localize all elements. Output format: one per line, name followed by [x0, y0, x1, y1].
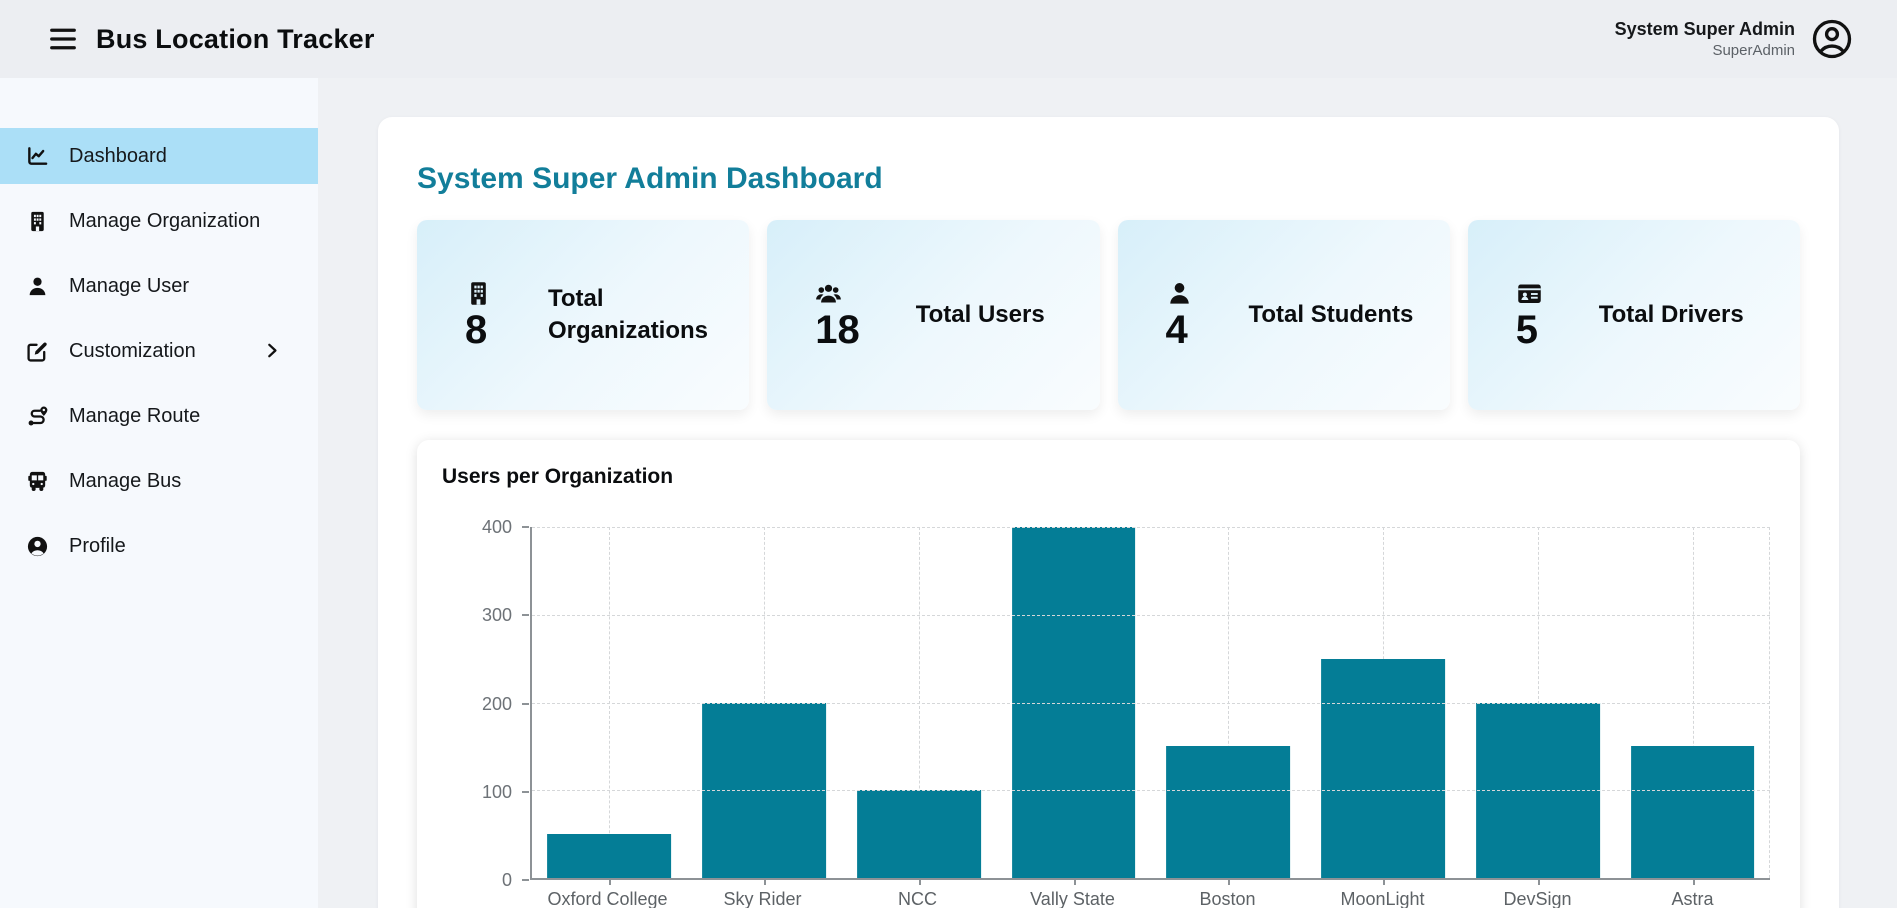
route-icon [26, 405, 49, 428]
x-axis-tick-mark [764, 878, 766, 885]
building-icon [26, 210, 49, 233]
stat-card-total-users: 18 Total Users [767, 220, 1099, 410]
x-axis-tick-mark [609, 878, 611, 885]
x-axis-tick-mark [1074, 878, 1076, 885]
x-axis-tick-label: Vally State [995, 889, 1150, 908]
x-axis-tick-label: Astra [1615, 889, 1770, 908]
x-axis-tick-label: Sky Rider [685, 889, 840, 908]
building-icon [465, 280, 492, 307]
chart-plot-area [530, 527, 1770, 880]
chart-line-icon [26, 145, 49, 168]
stat-label: Total Users [916, 299, 1045, 331]
y-axis-tick-mark [522, 791, 529, 793]
stat-label: Total Students [1249, 299, 1414, 331]
stat-label: Total Organizations [548, 283, 733, 348]
chart-title: Users per Organization [442, 465, 1770, 489]
hamburger-menu-icon[interactable] [46, 22, 80, 56]
x-axis-tick-mark [1538, 878, 1540, 885]
sidebar-item-manage-route[interactable]: Manage Route [0, 388, 318, 444]
stat-label: Total Drivers [1599, 299, 1744, 331]
y-axis-tick-mark [522, 614, 529, 616]
stat-value: 4 [1166, 309, 1188, 351]
chart-bar [1631, 746, 1755, 878]
sidebar-item-manage-organization[interactable]: Manage Organization [0, 193, 318, 249]
chart-gridline [532, 790, 1770, 791]
sidebar-item-dashboard[interactable]: Dashboard [0, 128, 318, 184]
user-name: System Super Admin [1615, 18, 1795, 41]
sidebar-item-profile[interactable]: Profile [0, 518, 318, 574]
y-axis-tick-label: 200 [452, 694, 512, 714]
stats-row: 8 Total Organizations 18 Total Users [417, 220, 1800, 410]
main-content: System Super Admin Dashboard 8 Total Org… [318, 78, 1897, 908]
sidebar-item-customization[interactable]: Customization [0, 323, 318, 379]
chart-gridline [532, 615, 1770, 616]
y-axis-tick-label: 400 [452, 517, 512, 537]
user-icon [1166, 280, 1193, 307]
app-header: Bus Location Tracker System Super Admin … [0, 0, 1897, 78]
page-title: System Super Admin Dashboard [417, 162, 1800, 196]
x-axis-tick-label: Boston [1150, 889, 1305, 908]
stat-card-total-organizations: 8 Total Organizations [417, 220, 749, 410]
chart-bar [547, 834, 671, 878]
y-axis-tick-label: 0 [452, 870, 512, 890]
stat-card-total-students: 4 Total Students [1118, 220, 1450, 410]
sidebar-item-manage-user[interactable]: Manage User [0, 258, 318, 314]
x-axis-tick-mark [1693, 878, 1695, 885]
sidebar: Dashboard Manage Organization Manage Use… [0, 78, 318, 908]
x-axis-tick-label: MoonLight [1305, 889, 1460, 908]
chart-bar [857, 790, 981, 878]
user-circle-icon [26, 535, 49, 558]
stat-value: 5 [1516, 309, 1538, 351]
x-axis-tick-mark [919, 878, 921, 885]
user-avatar-icon[interactable] [1811, 18, 1853, 60]
sidebar-item-label: Profile [69, 535, 126, 558]
stat-value: 8 [465, 309, 487, 351]
x-axis-tick-label: Oxford College [530, 889, 685, 908]
chart-x-axis: Oxford CollegeSky RiderNCCVally StateBos… [530, 889, 1770, 908]
stat-card-total-drivers: 5 Total Drivers [1468, 220, 1800, 410]
sidebar-item-label: Manage Organization [69, 210, 260, 233]
sidebar-item-label: Manage Route [69, 405, 200, 428]
stat-value: 18 [815, 309, 860, 351]
sidebar-item-label: Customization [69, 340, 241, 363]
chevron-right-icon [261, 340, 284, 363]
y-axis-tick-mark [522, 526, 529, 528]
chart-bar [1166, 746, 1290, 878]
chart-bar [1321, 659, 1445, 878]
bus-icon [26, 470, 49, 493]
y-axis-tick-label: 300 [452, 605, 512, 625]
user-role: SuperAdmin [1615, 41, 1795, 61]
x-axis-tick-label: NCC [840, 889, 995, 908]
sidebar-item-label: Manage Bus [69, 470, 181, 493]
chart-gridline [532, 527, 1770, 528]
y-axis-tick-mark [522, 879, 529, 881]
app-title: Bus Location Tracker [96, 24, 375, 55]
pen-square-icon [26, 340, 49, 363]
chart-y-axis: 0100200300400 [442, 527, 530, 880]
dashboard-panel: System Super Admin Dashboard 8 Total Org… [378, 117, 1839, 908]
users-per-organization-chart-card: Users per Organization 0 100 200 300 400 Oxf… [417, 440, 1800, 908]
y-axis-tick-mark [522, 703, 529, 705]
id-card-icon [1516, 280, 1543, 307]
chart-gridline [532, 703, 1770, 704]
bar-chart[interactable]: 0100200300400 Oxford CollegeSky RiderNCC… [442, 527, 1770, 908]
sidebar-item-manage-bus[interactable]: Manage Bus [0, 453, 318, 509]
x-axis-tick-mark [1383, 878, 1385, 885]
x-axis-tick-label: DevSign [1460, 889, 1615, 908]
sidebar-item-label: Dashboard [69, 145, 167, 168]
users-icon [815, 280, 842, 307]
x-axis-tick-mark [1228, 878, 1230, 885]
y-axis-tick-label: 100 [452, 782, 512, 802]
user-icon [26, 275, 49, 298]
sidebar-item-label: Manage User [69, 275, 189, 298]
